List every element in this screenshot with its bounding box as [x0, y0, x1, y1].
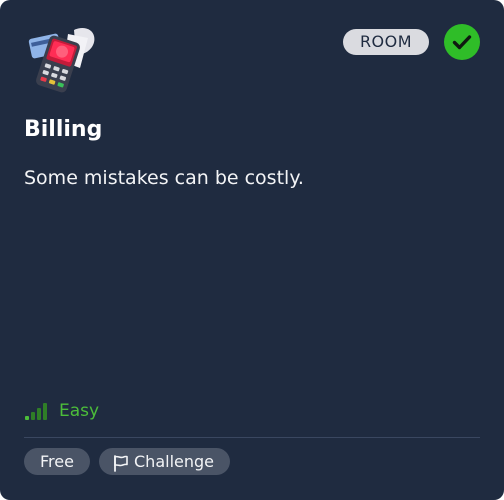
- difficulty-indicator: Easy: [25, 398, 99, 422]
- tag-label: Challenge: [134, 452, 214, 471]
- payment-terminal-icon: [22, 24, 102, 96]
- check-circle-icon: [444, 24, 480, 60]
- room-type-badge: ROOM: [343, 29, 429, 55]
- difficulty-label: Easy: [59, 401, 100, 421]
- tag-free: Free: [24, 448, 90, 475]
- room-description: Some mistakes can be costly.: [24, 167, 304, 189]
- tag-label: Free: [40, 452, 74, 471]
- tag-challenge: Challenge: [99, 448, 230, 475]
- room-card[interactable]: ROOM Billing Some mistakes can be costly…: [0, 0, 504, 500]
- divider: [24, 437, 480, 438]
- room-title[interactable]: Billing: [24, 117, 102, 142]
- signal-bars-icon: [25, 402, 49, 422]
- flag-icon: [112, 453, 130, 472]
